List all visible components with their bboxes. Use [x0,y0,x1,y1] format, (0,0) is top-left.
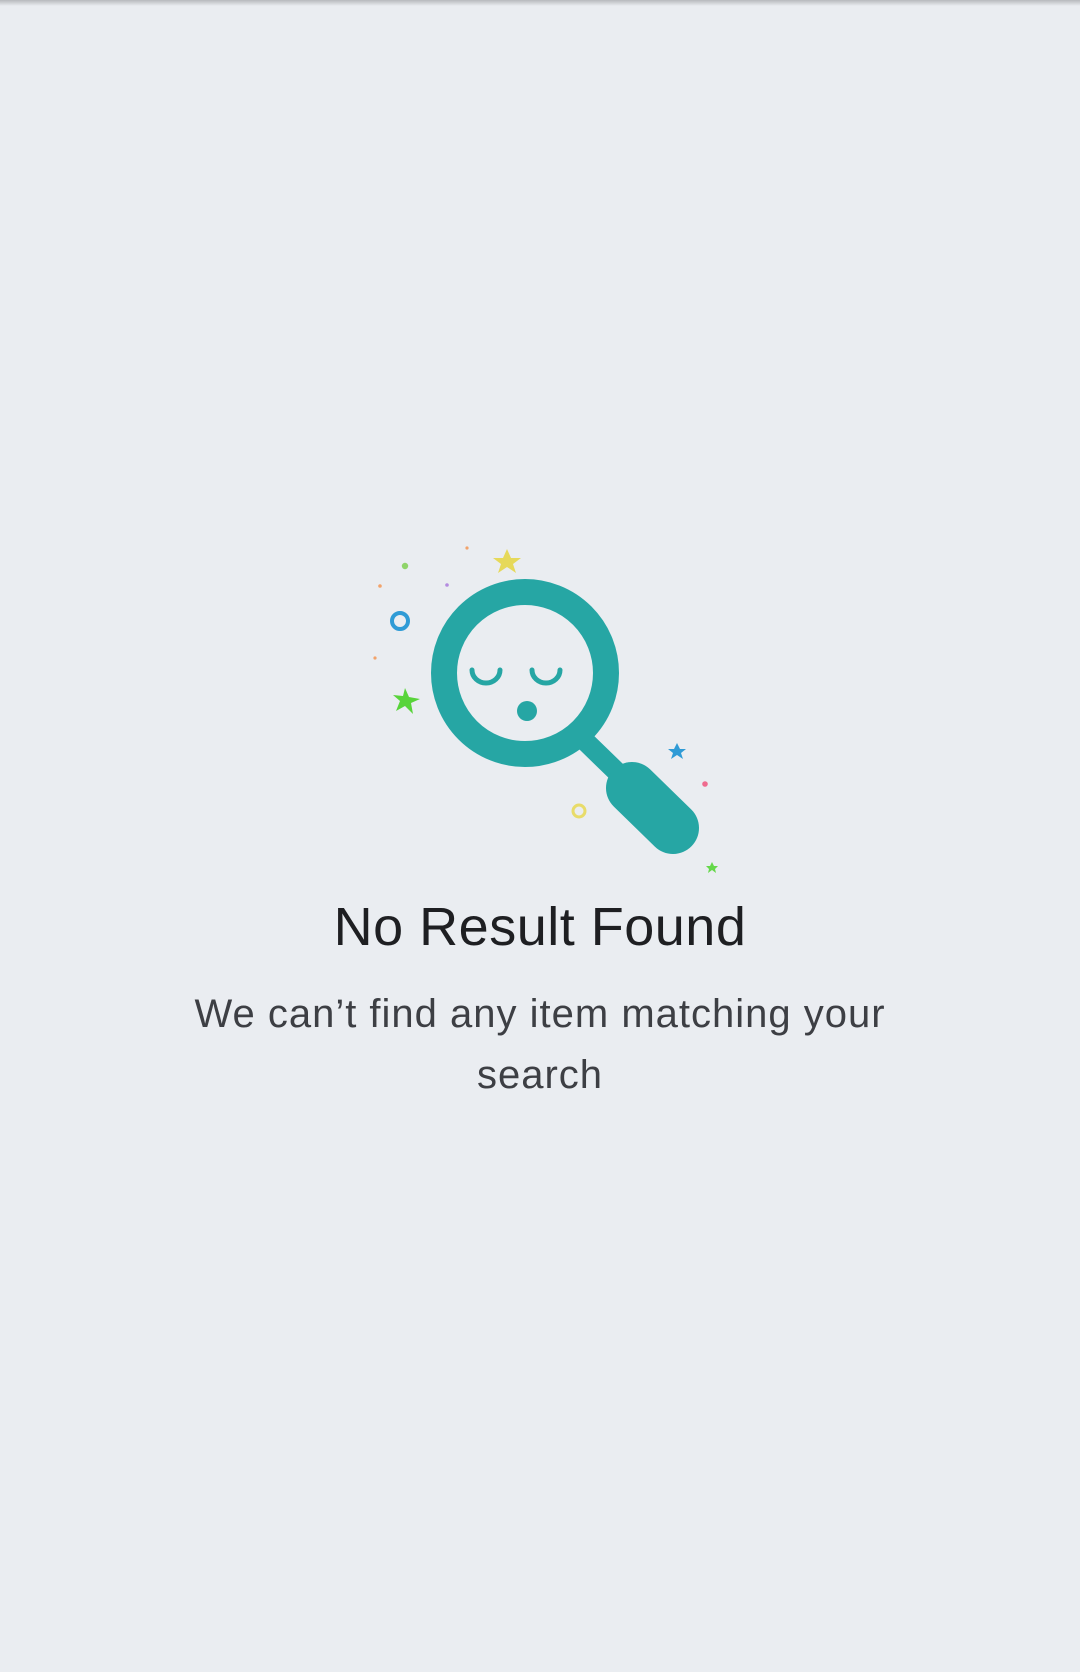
star-icon [493,549,521,573]
confetti-dot [373,656,377,660]
handle-grip [606,762,699,854]
star-icon [706,862,718,873]
top-shadow [0,0,1080,6]
empty-state-message: We can’t find any item matching your sea… [194,992,886,1097]
magnifying-glass-sleepy-face-icon [373,546,718,873]
empty-state: No Result Found We can’t find any item m… [0,530,1080,1106]
confetti-dot [401,562,409,570]
confetti-dot [378,584,382,588]
sparkle-icon [393,688,420,714]
star-icon [668,743,686,759]
confetti-dot [465,546,469,550]
lens [431,579,619,767]
empty-state-title: No Result Found [333,897,747,957]
confetti-dot [702,781,708,787]
confetti-dot [445,583,449,587]
confetti-ring [390,611,410,631]
confetti-ring [571,803,587,819]
mouth [517,701,537,721]
